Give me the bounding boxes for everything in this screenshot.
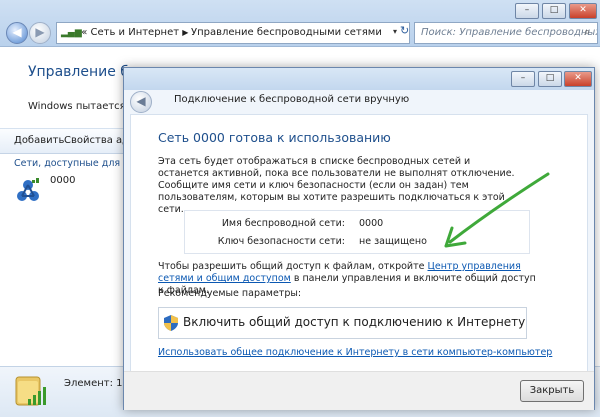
search-input[interactable]: Поиск: Управление беспроводных ... [414,22,598,44]
network-icon: ▂▄▆ [61,28,82,38]
status-item-count: Элемент: 1 [64,378,123,389]
enable-ics-label: Включить общий доступ к подключению к Ин… [183,315,526,329]
adhoc-ics-link[interactable]: Использовать общее подключение к Интерне… [158,347,552,358]
close-button[interactable]: Закрыть [520,380,584,402]
explorer-minimize-button[interactable]: – [515,3,539,19]
forward-button[interactable]: ▶ [29,22,51,44]
recommended-label: Рекомендуемые параметры: [158,288,302,299]
folder-signal-icon [15,376,46,406]
dialog-heading: Сеть 0000 готова к использованию [158,130,391,145]
dialog-back-button[interactable]: ◀ [130,91,152,113]
dialog-caption: Подключение к беспроводной сети вручную [174,94,410,105]
back-button[interactable]: ◀ [6,22,28,44]
enable-ics-button[interactable]: Включить общий доступ к подключению к Ин… [158,307,527,339]
back-icon: ◀ [136,94,146,108]
sharing-text-before: Чтобы разрешить общий доступ к файлам, о… [158,261,428,272]
shield-icon [164,315,178,331]
address-bar[interactable]: ▂▄▆ « Сеть и Интернет ▶ Управление беспр… [56,22,410,44]
breadcrumb-item[interactable]: Сеть и Интернет [91,27,180,38]
dialog-maximize-button[interactable]: □ [538,71,562,87]
dialog-close-x-button[interactable]: ✕ [564,71,592,87]
dialog-minimize-button[interactable]: – [511,71,535,87]
breadcrumb-overflow[interactable]: « [81,27,87,38]
search-placeholder: Поиск: Управление беспроводных ... [421,27,598,38]
breadcrumb-separator: ▶ [182,28,191,37]
breadcrumb-item[interactable]: Управление беспроводными сетями [191,27,382,38]
add-button[interactable]: Добавить [14,135,64,146]
back-icon: ◀ [12,25,22,39]
refresh-icon[interactable]: ↻ [400,24,409,37]
explorer-maximize-button[interactable]: □ [542,3,566,19]
explorer-close-button[interactable]: ✕ [569,3,597,19]
network-name[interactable]: 0000 [50,175,75,186]
annotation-arrow [444,172,550,248]
wireless-network-icon[interactable] [12,176,44,208]
forward-icon: ▶ [35,25,45,39]
search-icon[interactable]: ⌕ [584,25,590,39]
